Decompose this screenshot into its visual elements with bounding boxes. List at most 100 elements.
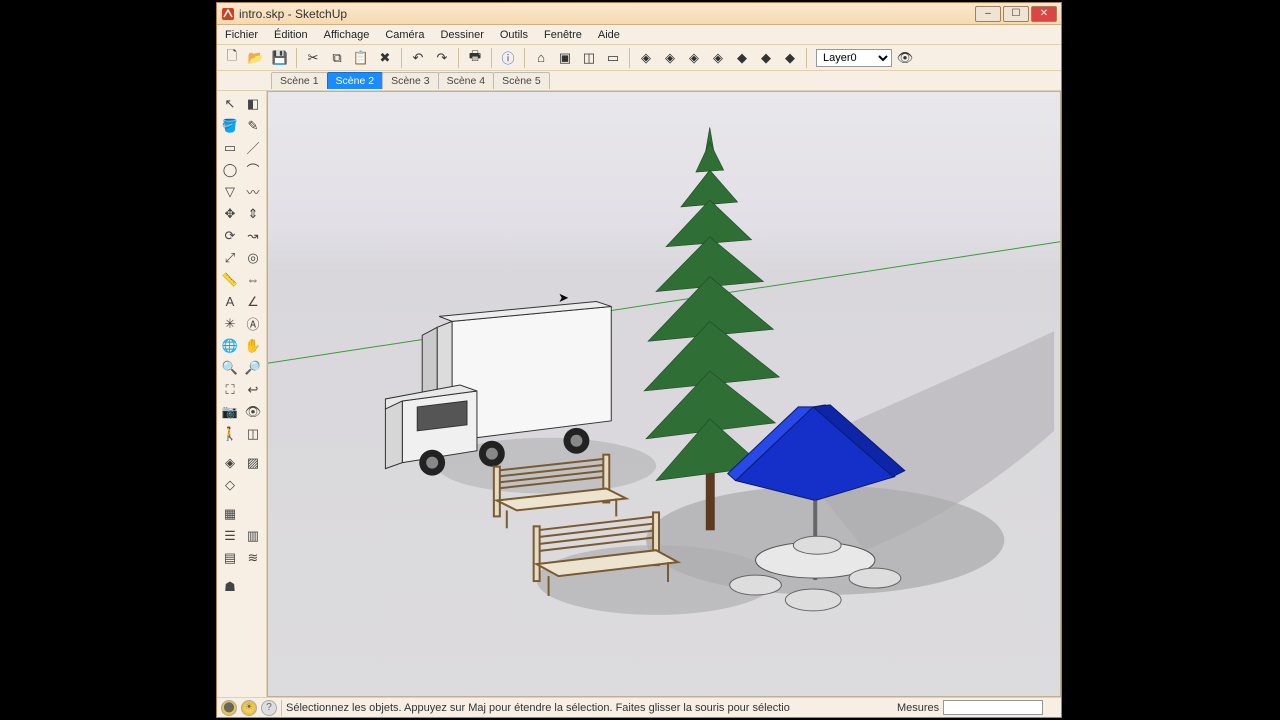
layers-tool[interactable]: ☗ — [219, 576, 241, 597]
scene-tab-3[interactable]: Scène 3 — [382, 72, 439, 89]
window-title: intro.skp - SketchUp — [239, 7, 975, 21]
scene-tab-5[interactable]: Scène 5 — [493, 72, 550, 89]
scene-tab-2[interactable]: Scène 2 — [327, 72, 384, 89]
pan-tool[interactable]: ✋ — [242, 335, 264, 356]
menu-fichier[interactable]: Fichier — [217, 27, 266, 43]
component-tool[interactable]: ▦ — [219, 503, 241, 524]
paint-tool[interactable]: 🪣 — [219, 115, 241, 136]
redo-icon[interactable]: ↷ — [431, 47, 453, 69]
window-view-icon[interactable]: ◫ — [578, 47, 600, 69]
menu-affichage[interactable]: Affichage — [316, 27, 378, 43]
iso-view-tool[interactable]: ◈ — [219, 452, 241, 473]
look-around-tool[interactable]: 👁 — [242, 401, 264, 422]
followme-tool[interactable]: ↝ — [242, 225, 264, 246]
pushpull-tool[interactable]: ⇕ — [242, 203, 264, 224]
move-tool[interactable]: ✥ — [219, 203, 241, 224]
measures-box: Mesures — [897, 700, 1057, 715]
offset-tool[interactable]: ◎ — [242, 247, 264, 268]
open-icon[interactable]: 📂 — [245, 47, 267, 69]
section-tool[interactable]: ◫ — [242, 423, 264, 444]
arc-tool[interactable]: ⌒ — [242, 159, 264, 180]
save-icon[interactable]: 💾 — [269, 47, 291, 69]
separator — [524, 48, 525, 68]
tape-tool[interactable]: 📏 — [219, 269, 241, 290]
menubar: FichierÉditionAffichageCaméraDessinerOut… — [217, 25, 1061, 45]
credits-icon[interactable]: ☀ — [241, 700, 257, 716]
separator — [629, 48, 630, 68]
zoom-tool[interactable]: 🔍 — [219, 357, 241, 378]
print-icon[interactable]: 🖶 — [464, 47, 486, 69]
separator — [491, 48, 492, 68]
work-area: ↖◧🪣✎▭／◯⌒▽〰✥⇕⟳↝⤢◎📏⇔A∠✳Ⓐ🌐✋🔍🔎⛶↩📷👁🚶◫◈▨◇ ▦☰▥▤≋… — [217, 91, 1061, 697]
xray-tool[interactable]: ◇ — [219, 474, 241, 495]
scale-tool[interactable]: ⤢ — [219, 247, 241, 268]
menu-édition[interactable]: Édition — [266, 27, 316, 43]
menu-dessiner[interactable]: Dessiner — [432, 27, 491, 43]
text-tool[interactable]: A — [219, 291, 241, 312]
page-icon[interactable]: ▭ — [602, 47, 624, 69]
gallery-icon[interactable]: ▣ — [554, 47, 576, 69]
orbit-tool[interactable]: 🌐 — [219, 335, 241, 356]
freehand-tool[interactable]: 〰 — [242, 181, 264, 202]
face-style-tool[interactable]: ▨ — [242, 452, 264, 473]
eraser-tool[interactable]: ◧ — [242, 93, 264, 114]
cut-icon[interactable]: ✂ — [302, 47, 324, 69]
scene-tab-1[interactable]: Scène 1 — [271, 72, 328, 89]
menu-aide[interactable]: Aide — [590, 27, 628, 43]
model-info-icon[interactable]: ⓘ — [497, 47, 519, 69]
viewport-3d[interactable]: ➤ — [267, 91, 1061, 697]
undo-icon[interactable]: ↶ — [407, 47, 429, 69]
home-icon[interactable]: ⌂ — [530, 47, 552, 69]
menu-caméra[interactable]: Caméra — [377, 27, 432, 43]
shadows2-tool[interactable]: ▤ — [219, 547, 241, 568]
close-button[interactable]: ✕ — [1031, 6, 1057, 22]
menu-outils[interactable]: Outils — [492, 27, 536, 43]
window-controls: – ☐ ✕ — [975, 6, 1057, 22]
polygon-tool[interactable]: ▽ — [219, 181, 241, 202]
walk-tool[interactable]: 🚶 — [219, 423, 241, 444]
position-camera-tool[interactable]: 📷 — [219, 401, 241, 422]
iso2-icon[interactable]: ◈ — [659, 47, 681, 69]
minimize-button[interactable]: – — [975, 6, 1001, 22]
maximize-button[interactable]: ☐ — [1003, 6, 1029, 22]
iso4-icon[interactable]: ◈ — [707, 47, 729, 69]
measures-input[interactable] — [943, 700, 1043, 715]
measures-label: Mesures — [897, 702, 939, 714]
previous-tool[interactable]: ↩ — [242, 379, 264, 400]
axes-tool[interactable]: ✳ — [219, 313, 241, 334]
layer-visibility-icon[interactable]: 👁 — [894, 47, 916, 69]
paste-icon[interactable]: 📋 — [350, 47, 372, 69]
iso6-icon[interactable]: ◆ — [755, 47, 777, 69]
separator — [401, 48, 402, 68]
draw-tool[interactable]: ✎ — [242, 115, 264, 136]
iso7-icon[interactable]: ◆ — [779, 47, 801, 69]
scene-tabs: Scène 1Scène 2Scène 3Scène 4Scène 5 — [217, 71, 1061, 91]
rotate-tool[interactable]: ⟳ — [219, 225, 241, 246]
geo-location-icon[interactable]: ⬤ — [221, 700, 237, 716]
select-tool[interactable]: ↖ — [219, 93, 241, 114]
fog-tool[interactable]: ≋ — [242, 547, 264, 568]
rectangle-tool[interactable]: ▭ — [219, 137, 241, 158]
zoom-window-tool[interactable]: 🔎 — [242, 357, 264, 378]
help-icon[interactable]: ? — [261, 700, 277, 716]
titlebar: intro.skp - SketchUp – ☐ ✕ — [217, 3, 1061, 25]
scene-tab-4[interactable]: Scène 4 — [438, 72, 495, 89]
delete-icon[interactable]: ✖ — [374, 47, 396, 69]
shadows-tool[interactable]: ▥ — [242, 525, 264, 546]
separator — [296, 48, 297, 68]
protractor-tool[interactable]: ∠ — [242, 291, 264, 312]
main-toolbar: 🗋 📂 💾 ✂ ⧉ 📋 ✖ ↶ ↷ 🖶 ⓘ ⌂ ▣ ◫ ▭ ◈ ◈ ◈ ◈ ◆ … — [217, 45, 1061, 71]
iso3-icon[interactable]: ◈ — [683, 47, 705, 69]
outliner-tool[interactable]: ☰ — [219, 525, 241, 546]
zoom-extents-tool[interactable]: ⛶ — [219, 379, 241, 400]
menu-fenêtre[interactable]: Fenêtre — [536, 27, 590, 43]
circle-tool[interactable]: ◯ — [219, 159, 241, 180]
iso1-icon[interactable]: ◈ — [635, 47, 657, 69]
new-icon[interactable]: 🗋 — [221, 47, 243, 69]
layer-dropdown[interactable]: Layer0 — [816, 49, 892, 67]
dimension-tool[interactable]: ⇔ — [242, 269, 264, 290]
copy-icon[interactable]: ⧉ — [326, 47, 348, 69]
line-tool[interactable]: ／ — [242, 137, 264, 158]
iso5-icon[interactable]: ◆ — [731, 47, 753, 69]
3dtext-tool[interactable]: Ⓐ — [242, 313, 264, 334]
